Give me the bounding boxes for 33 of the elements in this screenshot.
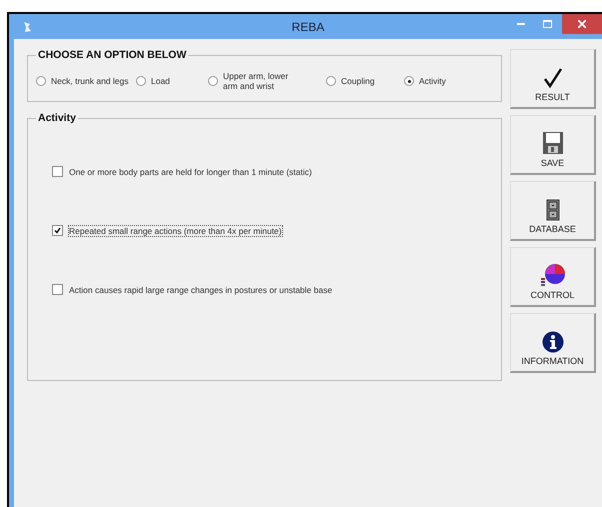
group-title: Activity (37, 112, 77, 124)
checkbox-label[interactable]: Repeated small range actions (more than 4x per minute) (69, 226, 282, 236)
side-button[interactable]: CONTROL (510, 247, 596, 307)
radio-button[interactable] (404, 76, 414, 86)
maximize-icon (542, 20, 552, 28)
checkbox-label[interactable]: One or more body parts are held for longer than 1 minute (static) (69, 166, 312, 176)
window-title: REBA (292, 20, 324, 34)
close-button[interactable] (562, 14, 602, 34)
minimize-icon (517, 23, 525, 25)
radio-button[interactable] (36, 76, 46, 86)
radio-option[interactable]: Upper arm, lower arm and wrist (208, 71, 326, 91)
radio-option[interactable]: Load (136, 76, 208, 86)
radio-button[interactable] (208, 76, 218, 86)
close-icon (578, 20, 586, 28)
radio-button[interactable] (136, 76, 146, 86)
radio-option[interactable]: Activity (404, 76, 474, 86)
side-button[interactable]: INFORMATION (510, 313, 596, 373)
radio-option[interactable]: Coupling (326, 76, 404, 86)
checkbox-label[interactable]: Action causes rapid large range changes in postures or unstable base (69, 284, 332, 294)
info-icon (542, 331, 564, 353)
check-icon (542, 67, 562, 89)
group-title: CHOOSE AN OPTION BELOW (37, 49, 188, 61)
checkbox[interactable] (52, 225, 63, 236)
checkbox[interactable] (52, 166, 63, 177)
side-button[interactable]: DATABASE (510, 181, 596, 241)
radio-button[interactable] (326, 76, 336, 86)
checkbox[interactable] (52, 284, 63, 295)
radio-option[interactable]: Neck, trunk and legs (36, 76, 136, 86)
side-button[interactable]: SAVE (510, 115, 596, 175)
pie-chart-icon (540, 263, 566, 287)
side-button[interactable]: RESULT (510, 49, 596, 109)
file-cabinet-icon (546, 199, 560, 221)
app-icon (22, 20, 32, 32)
